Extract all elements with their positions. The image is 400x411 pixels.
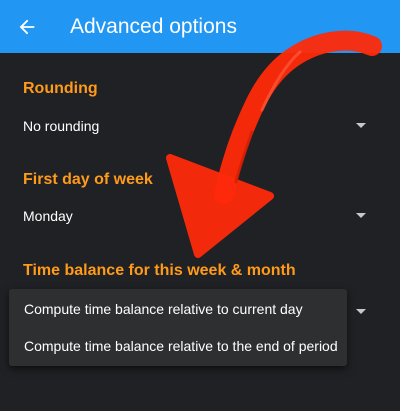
- menu-option-current-day[interactable]: Compute time balance relative to current…: [24, 300, 303, 318]
- dropdown-arrow-icon: [356, 213, 366, 218]
- dropdown-arrow-icon: [356, 309, 366, 314]
- back-button[interactable]: [12, 12, 42, 42]
- first-day-of-week-title: First day of week: [23, 171, 153, 188]
- first-day-of-week-dropdown[interactable]: Monday: [23, 202, 370, 230]
- dropdown-arrow-icon: [356, 123, 366, 128]
- rounding-title: Rounding: [23, 80, 98, 97]
- first-day-of-week-value: Monday: [23, 208, 73, 224]
- menu-option-end-of-period[interactable]: Compute time balance relative to the end…: [24, 337, 338, 355]
- rounding-dropdown[interactable]: No rounding: [23, 112, 370, 140]
- arrow-back-icon: [19, 19, 35, 35]
- page-title: Advanced options: [70, 15, 237, 38]
- time-balance-menu: Compute time balance relative to current…: [9, 289, 347, 366]
- rounding-value: No rounding: [23, 118, 100, 134]
- app-bar: Advanced options: [0, 0, 400, 53]
- time-balance-title: Time balance for this week & month: [23, 262, 296, 279]
